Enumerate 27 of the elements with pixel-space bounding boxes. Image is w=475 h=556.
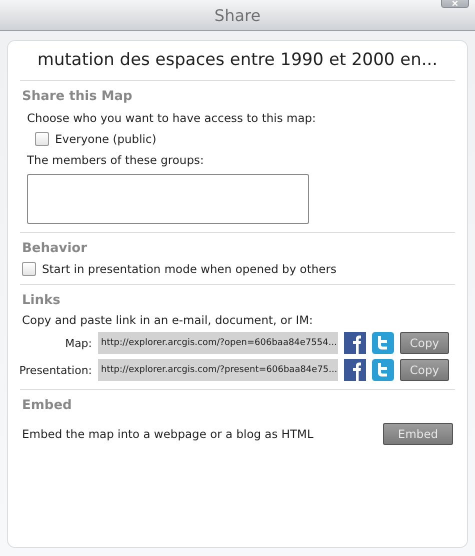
embed-button[interactable]: Embed <box>383 423 453 445</box>
checkbox-label: Everyone (public) <box>55 132 156 146</box>
twitter-icon[interactable] <box>372 332 394 354</box>
section-heading: Embed <box>22 398 73 413</box>
copy-button[interactable]: Copy <box>400 332 449 354</box>
checkbox[interactable] <box>35 132 49 146</box>
close-button[interactable]: × <box>441 0 469 8</box>
embed-description: Embed the map into a webpage or a blog as HTML <box>22 427 314 441</box>
section-heading: Share this Map <box>22 89 134 104</box>
links-prompt: Copy and paste link in an e-mail, document, or IM: <box>22 313 314 327</box>
access-prompt: Choose who you want to have access to this map: <box>26 111 317 125</box>
groups-field[interactable] <box>27 174 309 224</box>
link-url-field[interactable]: http://explorer.arcgis.com/?open=606baa84e7554... <box>98 332 338 354</box>
copy-button[interactable]: Copy <box>400 359 449 381</box>
link-label: Presentation: <box>18 364 92 376</box>
window-title: Share <box>214 6 261 24</box>
section-heading: Behavior <box>22 241 88 256</box>
map-title: mutation des espaces entre 1990 et 2000 en... <box>20 41 455 81</box>
twitter-icon[interactable] <box>372 359 394 381</box>
checkbox[interactable] <box>22 262 36 276</box>
link-label: Map: <box>64 336 92 350</box>
facebook-icon[interactable] <box>344 332 366 354</box>
groups-label: The members of these groups: <box>26 153 205 167</box>
section-heading: Links <box>22 293 62 308</box>
link-url-field[interactable]: http://explorer.arcgis.com/?present=606baa84e75... <box>98 359 338 381</box>
checkbox-label: Start in presentation mode when opened by others <box>42 262 336 276</box>
facebook-icon[interactable] <box>344 359 366 381</box>
